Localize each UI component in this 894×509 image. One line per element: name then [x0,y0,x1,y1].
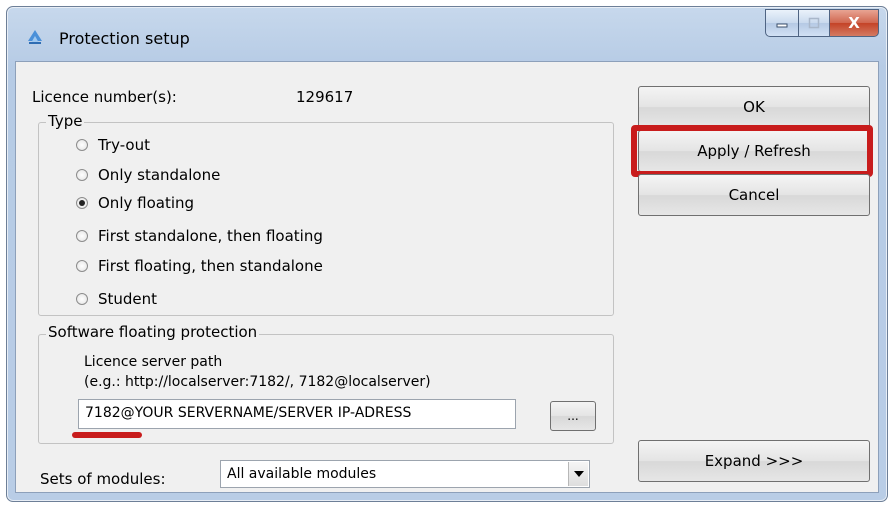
red-underline-annotation [72,432,142,438]
radio-circle [76,139,88,151]
window-controls: X [765,9,879,37]
radio-first-floating-then-standalone[interactable]: First floating, then standalone [76,257,323,275]
title-bar[interactable]: Protection setup X [7,7,887,61]
dropdown-arrow[interactable] [568,462,588,486]
radio-try-out[interactable]: Try-out [76,136,150,154]
radio-label: Student [98,290,158,308]
radio-only-standalone[interactable]: Only standalone [76,166,220,184]
licence-number-label: Licence number(s): [32,88,177,106]
radio-circle [76,260,88,272]
radio-circle [76,230,88,242]
radio-label: First floating, then standalone [98,257,323,275]
radio-label: Only standalone [98,166,221,184]
protection-setup-window: Protection setup X Licence number(s): 12… [6,6,888,502]
minimize-button[interactable] [765,9,799,37]
dropdown-selected-value: All available modules [227,466,377,482]
radio-label: Only floating [98,194,195,212]
maximize-icon [808,17,820,29]
close-icon: X [848,14,860,32]
type-group-legend: Type [46,112,85,130]
dialog-client-area: Licence number(s): 129617 Type Try-out O… [15,61,879,493]
radio-student[interactable]: Student [76,290,157,308]
browse-button[interactable]: ... [550,401,596,431]
radio-circle [76,169,88,181]
radio-first-standalone-then-floating[interactable]: First standalone, then floating [76,227,323,245]
app-icon [28,30,42,44]
sets-of-modules-dropdown[interactable]: All available modules [220,460,590,488]
licence-server-path-input[interactable]: 7182@YOUR SERVERNAME/SERVER IP-ADRESS [78,399,516,429]
radio-label: First standalone, then floating [98,227,323,245]
maximize-button[interactable] [799,9,830,37]
window-title: Protection setup [59,29,190,48]
radio-only-floating[interactable]: Only floating [76,194,194,212]
expand-button[interactable]: Expand >>> [638,440,870,482]
radio-circle-checked [76,197,88,209]
cancel-button[interactable]: Cancel [638,174,870,216]
floating-protection-legend: Software floating protection [46,323,260,341]
licence-number-value: 129617 [296,88,354,106]
licence-server-path-hint: (e.g.: http://localserver:7182/, 7182@lo… [84,374,431,390]
licence-server-path-label: Licence server path [84,354,223,370]
radio-label: Try-out [98,136,150,154]
sets-of-modules-label: Sets of modules: [40,470,166,488]
ok-button[interactable]: OK [638,86,870,128]
chevron-down-icon [573,471,584,477]
minimize-icon [776,23,788,28]
close-button[interactable]: X [830,9,879,37]
red-highlight-annotation [631,125,873,177]
radio-circle [76,293,88,305]
